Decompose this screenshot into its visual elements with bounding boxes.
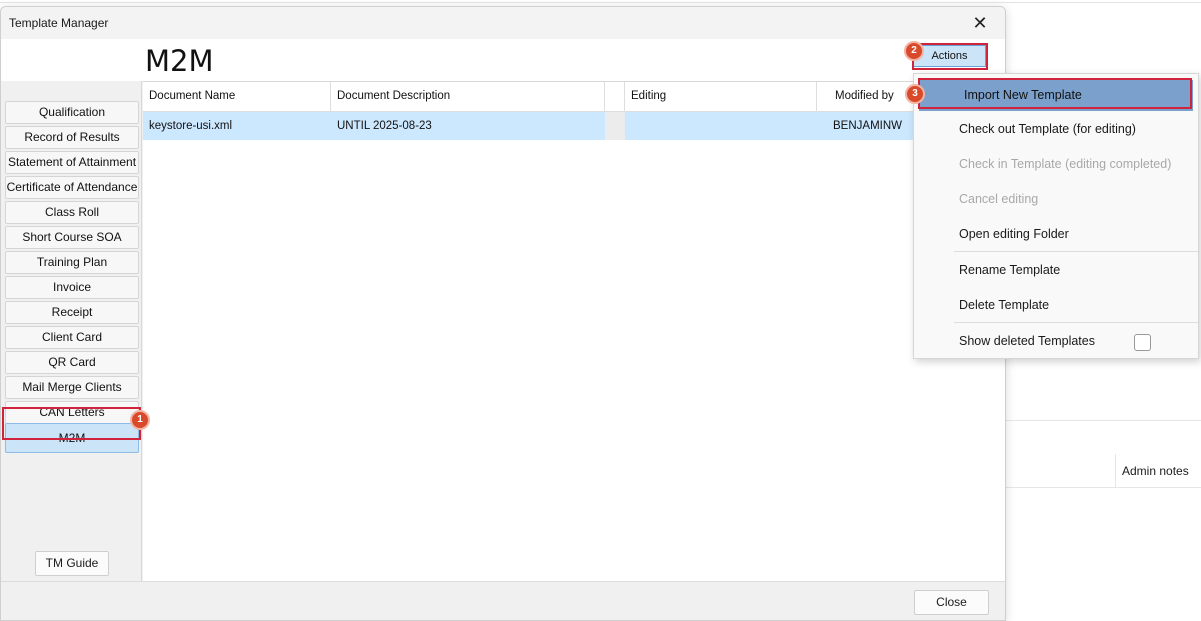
template-category-sidebar: Qualification Record of Results Statemen…: [1, 81, 142, 581]
background-grid-header: Admin notes: [1004, 454, 1201, 488]
show-deleted-templates-checkbox[interactable]: [1134, 334, 1151, 351]
menu-separator: [954, 322, 1198, 323]
column-header-document-description[interactable]: Document Description: [331, 82, 605, 112]
tm-guide-button[interactable]: TM Guide: [35, 551, 109, 576]
sidebar-item-receipt[interactable]: Receipt: [5, 301, 139, 324]
close-button[interactable]: Close: [914, 590, 989, 615]
import-highlight-box: [918, 78, 1192, 109]
menu-item-rename-template[interactable]: Rename Template: [914, 255, 1198, 286]
dialog-footer: Close: [1, 581, 1005, 620]
column-header-blank[interactable]: [605, 82, 625, 112]
menu-item-open-editing-folder[interactable]: Open editing Folder: [914, 219, 1198, 250]
cell-document-name[interactable]: keystore-usi.xml: [143, 112, 331, 140]
background-column-divider: [1115, 454, 1116, 487]
cell-editing[interactable]: [625, 112, 817, 140]
actions-menu: Import New Template Check out Template (…: [913, 73, 1199, 359]
sidebar-item-short-course-soa[interactable]: Short Course SOA: [5, 226, 139, 249]
sidebar-item-client-card[interactable]: Client Card: [5, 326, 139, 349]
cell-blank[interactable]: [605, 112, 625, 140]
background-panel: [1004, 420, 1201, 455]
step-badge-1: 1: [130, 410, 150, 430]
step-badge-2: 2: [904, 41, 924, 61]
step-badge-3: 3: [905, 84, 925, 104]
sidebar-item-mail-merge-clients[interactable]: Mail Merge Clients: [5, 376, 139, 399]
sidebar-item-certificate-of-attendance[interactable]: Certificate of Attendance: [5, 176, 139, 199]
menu-item-show-deleted-templates[interactable]: Show deleted Templates: [914, 326, 1198, 357]
show-deleted-templates-label: Show deleted Templates: [959, 334, 1095, 348]
sidebar-item-qualification[interactable]: Qualification: [5, 101, 139, 124]
sidebar-item-training-plan[interactable]: Training Plan: [5, 251, 139, 274]
menu-item-delete-template[interactable]: Delete Template: [914, 290, 1198, 321]
menu-item-check-in-template: Check in Template (editing completed): [959, 157, 1172, 171]
heading-area: M2M: [1, 39, 1005, 81]
table-row[interactable]: keystore-usi.xml UNTIL 2025-08-23 BENJAM…: [143, 112, 1005, 140]
table-header: Document Name Document Description Editi…: [143, 82, 1005, 112]
background-window-edge: [0, 0, 1201, 3]
menu-separator: [954, 251, 1198, 252]
sidebar-item-record-of-results[interactable]: Record of Results: [5, 126, 139, 149]
title-bar: Template Manager ✕: [1, 7, 1005, 39]
column-header-document-name[interactable]: Document Name: [143, 82, 331, 112]
cell-modified-by[interactable]: BENJAMINW: [817, 112, 917, 140]
admin-notes-column-header[interactable]: Admin notes: [1122, 464, 1189, 478]
m2m-highlight-box: [2, 407, 141, 440]
column-header-editing[interactable]: Editing: [625, 82, 817, 112]
cell-document-description[interactable]: UNTIL 2025-08-23: [331, 112, 605, 140]
sidebar-item-invoice[interactable]: Invoice: [5, 276, 139, 299]
sidebar-item-qr-card[interactable]: QR Card: [5, 351, 139, 374]
window-title: Template Manager: [9, 16, 109, 30]
template-manager-dialog: Template Manager ✕ M2M Qualification Rec…: [0, 6, 1006, 621]
close-icon[interactable]: ✕: [969, 13, 991, 35]
menu-item-cancel-editing: Cancel editing: [959, 192, 1039, 206]
sidebar-item-statement-of-attainment[interactable]: Statement of Attainment: [5, 151, 139, 174]
page-title: M2M: [145, 44, 214, 78]
sidebar-item-class-roll[interactable]: Class Roll: [5, 201, 139, 224]
menu-item-check-out-template[interactable]: Check out Template (for editing): [914, 114, 1198, 145]
templates-table: Document Name Document Description Editi…: [143, 81, 1005, 581]
